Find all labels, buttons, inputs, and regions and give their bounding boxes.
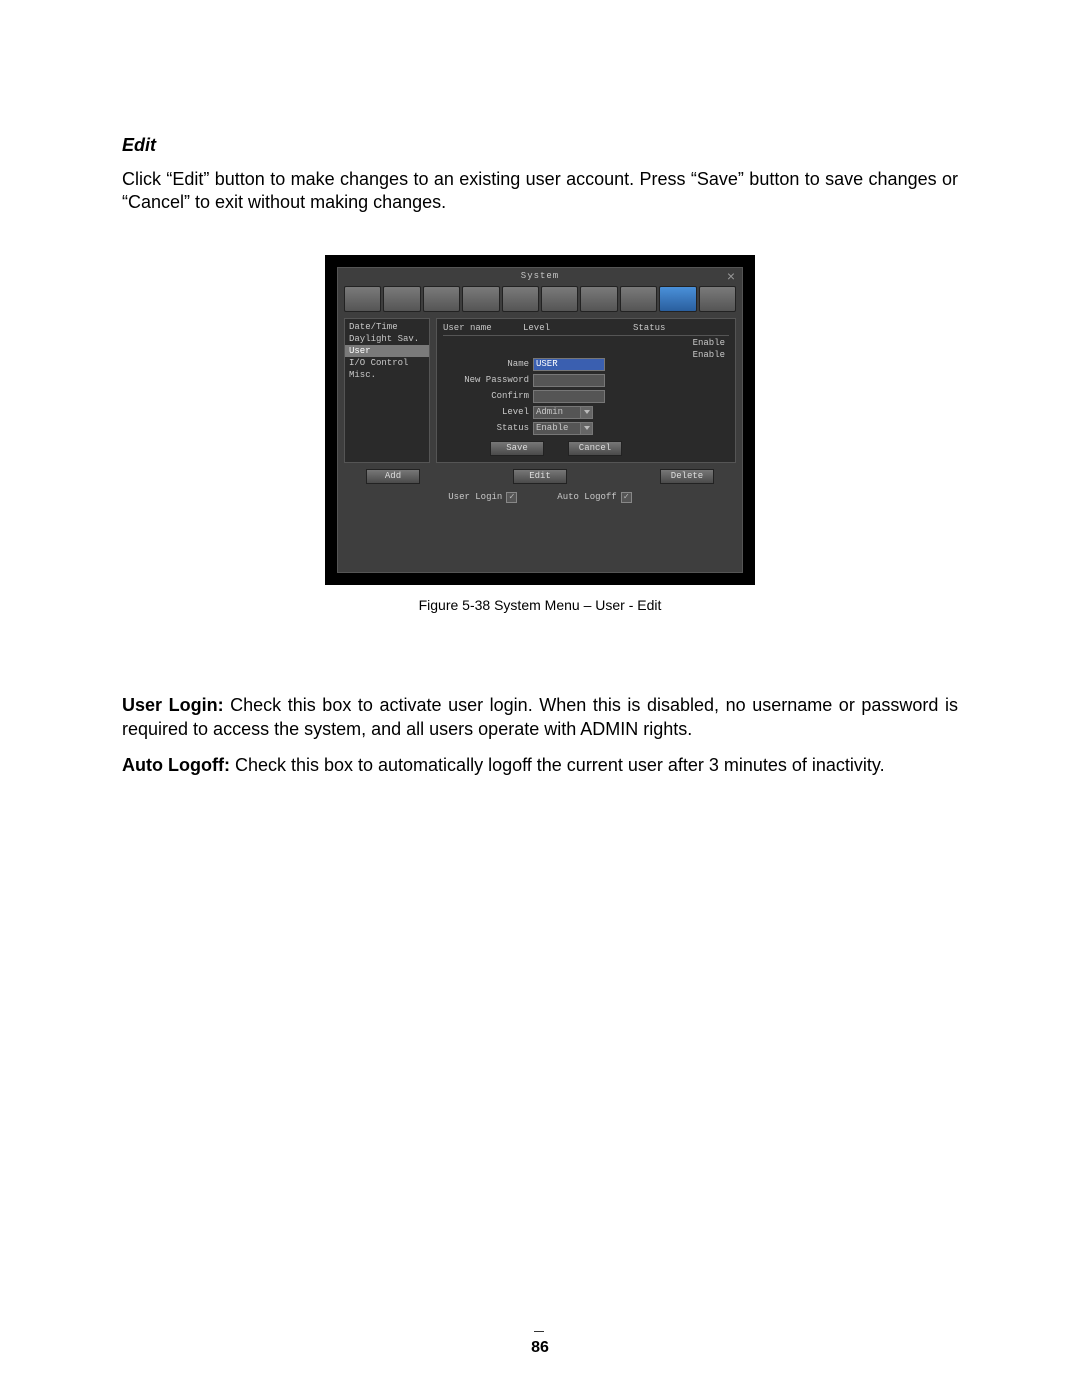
window-footer: Add Edit Delete User Login Auto Logoff [338,469,742,509]
confirm-label: Confirm [461,391,533,401]
user-login-text: Check this box to activate user login. W… [122,695,958,739]
status-column-values: Enable Enable [693,337,725,361]
toolbar-icon-info[interactable] [699,286,736,312]
add-button[interactable]: Add [366,469,420,484]
checkbox-icon [506,492,517,503]
dvr-screenshot: System × Date/Time Daylight Sav. [325,255,755,585]
delete-button[interactable]: Delete [660,469,714,484]
checkbox-icon [621,492,632,503]
toolbar-icon-system[interactable] [659,286,696,312]
main-panel: User name Level Status Enable Enable Nam… [436,318,736,463]
toolbar [338,284,742,318]
user-login-bold: User Login: [122,695,224,715]
chevron-down-icon [580,423,592,434]
status-value: Enable [536,423,568,433]
window-titlebar: System × [338,268,742,284]
save-button[interactable]: Save [490,441,544,456]
level-value: Admin [536,407,563,417]
toolbar-icon-5[interactable] [502,286,539,312]
section-title: Edit [122,135,958,156]
col-status: Status [633,323,693,333]
toolbar-icon-3[interactable] [423,286,460,312]
name-label: Name [461,359,533,369]
level-select[interactable]: Admin [533,406,593,419]
toolbar-icon-7[interactable] [580,286,617,312]
page-number: — 86 [0,1326,1080,1357]
list-header: User name Level Status [443,323,729,336]
figure-caption: Figure 5-38 System Menu – User - Edit [122,597,958,613]
intro-paragraph: Click “Edit” button to make changes to a… [122,168,958,215]
toolbar-icon-8[interactable] [620,286,657,312]
figure-wrap: System × Date/Time Daylight Sav. [122,255,958,613]
status-value-2: Enable [693,349,725,361]
auto-logoff-text: Check this box to automatically logoff t… [230,755,885,775]
auto-logoff-checkbox[interactable]: Auto Logoff [557,492,631,503]
chevron-down-icon [580,407,592,418]
user-login-description: User Login: Check this box to activate u… [122,693,958,742]
name-input[interactable]: USER [533,358,605,371]
edit-user-panel: Name USER New Password Confirm Level [461,358,651,456]
toolbar-icon-4[interactable] [462,286,499,312]
close-icon[interactable]: × [724,269,738,283]
status-select[interactable]: Enable [533,422,593,435]
sidebar-item-user[interactable]: User [345,345,429,357]
window-title: System [356,271,724,281]
edit-button[interactable]: Edit [513,469,567,484]
sidebar-item-iocontrol[interactable]: I/O Control [345,357,429,369]
user-login-checkbox[interactable]: User Login [448,492,517,503]
auto-logoff-label: Auto Logoff [557,492,616,502]
status-label: Status [461,423,533,433]
sidebar-item-datetime[interactable]: Date/Time [345,321,429,333]
col-username: User name [443,323,523,333]
sidebar-item-daylight[interactable]: Daylight Sav. [345,333,429,345]
settings-sidebar: Date/Time Daylight Sav. User I/O Control… [344,318,430,463]
toolbar-icon-2[interactable] [383,286,420,312]
system-window: System × Date/Time Daylight Sav. [337,267,743,573]
newpassword-input[interactable] [533,374,605,387]
cancel-button[interactable]: Cancel [568,441,622,456]
col-level: Level [523,323,633,333]
newpassword-label: New Password [461,375,533,385]
toolbar-icon-1[interactable] [344,286,381,312]
page-number-value: 86 [531,1339,549,1356]
auto-logoff-bold: Auto Logoff: [122,755,230,775]
level-label: Level [461,407,533,417]
toolbar-icon-6[interactable] [541,286,578,312]
sidebar-item-misc[interactable]: Misc. [345,369,429,381]
auto-logoff-description: Auto Logoff: Check this box to automatic… [122,753,958,777]
user-login-label: User Login [448,492,502,502]
confirm-input[interactable] [533,390,605,403]
status-value-1: Enable [693,337,725,349]
